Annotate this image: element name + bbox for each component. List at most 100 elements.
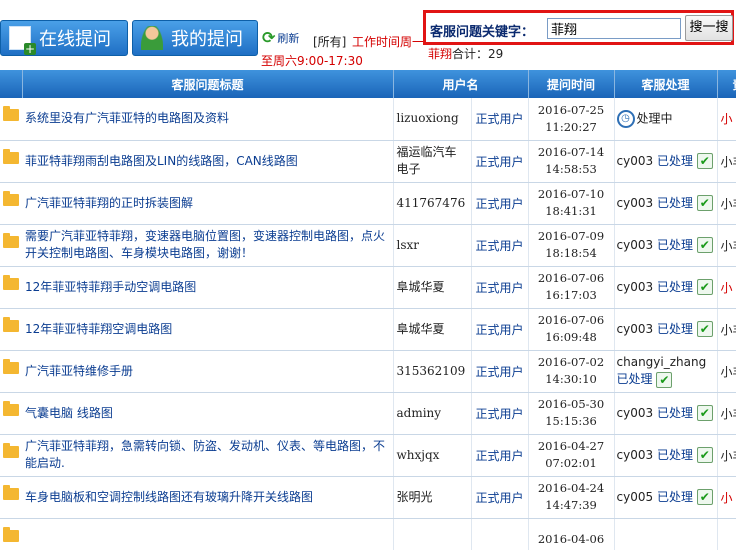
ask-date: 2016-05-30 [537, 397, 605, 411]
ask-clock-time: 16:09:48 [545, 330, 597, 344]
staff-name: cy003 [616, 447, 654, 462]
table-row: 系统里没有广汽菲亚特的电路图及资料 lizuoxiong 正式用户 2016-07-2… [0, 98, 736, 141]
question-title-link[interactable]: 广汽菲亚特维修手册 [22, 350, 394, 393]
service-cell: cy003 已处理 ✔ [614, 266, 718, 309]
username-cell: 315362109 [393, 350, 472, 393]
ask-date: 2016-07-10 [537, 187, 605, 201]
username-cell: whxjqx [393, 434, 472, 477]
check-icon: ✔ [696, 489, 713, 505]
status-link[interactable]: 已处理 [657, 238, 693, 252]
status-link[interactable]: 已处理 [657, 490, 693, 504]
question-title-link[interactable]: 需要广汽菲亚特菲翔，变速器电脑位置图，变速器控制电路图，点火开关控制电路图、车身… [22, 224, 394, 267]
folder-icon [3, 526, 19, 542]
question-title-link[interactable]: 系统里没有广汽菲亚特的电路图及资料 [22, 98, 394, 141]
folder-icon [3, 148, 19, 164]
row-icon-cell [0, 518, 22, 550]
row-icon-cell [0, 434, 22, 477]
check-icon: ✔ [696, 321, 713, 337]
user-type-link[interactable]: 正式用户 [471, 266, 529, 309]
service-cell: cy005 已处理 ✔ [614, 476, 718, 519]
row-icon-cell [0, 392, 22, 435]
responsible-cell [717, 518, 736, 550]
filter-all-link[interactable]: [所有] [313, 33, 346, 50]
responsible-cell: 小丰 [717, 308, 736, 351]
user-type-link[interactable]: 正式用户 [471, 350, 529, 393]
folder-icon [3, 316, 19, 332]
service-cell: cy003 已处理 ✔ [614, 224, 718, 267]
user-type-link[interactable] [471, 518, 529, 550]
user-type-link[interactable]: 正式用户 [471, 182, 529, 225]
username-cell: lizuoxiong [393, 98, 472, 141]
ask-clock-time: 14:30:10 [545, 372, 597, 386]
user-type-link[interactable]: 正式用户 [471, 434, 529, 477]
ask-date: 2016-04-24 [537, 481, 605, 495]
staff-name: cy003 [616, 405, 654, 420]
question-title-link[interactable] [22, 518, 394, 550]
search-button[interactable]: 搜一搜 [685, 15, 733, 41]
question-title-link[interactable]: 菲亚特菲翔雨刮电路图及LIN的线路图，CAN线路图 [22, 140, 394, 183]
check-icon: ✔ [656, 371, 673, 388]
question-table: 客服问题标题 用户名 提问时间 客服处理 责 系统里没有广汽菲亚特的电路图及资料… [0, 70, 736, 550]
ask-clock-time: 15:15:36 [545, 414, 597, 428]
ask-time-cell: 2016-07-02 14:30:10 [528, 350, 615, 393]
toolbar: 在线提问 我的提问 ⟳ 刷新 [所有] 工作时间周一 至周六9:00-17:30… [0, 0, 736, 70]
responsible-cell: 小丰 [717, 140, 736, 183]
status-link[interactable]: 已处理 [617, 372, 653, 386]
table-body: 系统里没有广汽菲亚特的电路图及资料 lizuoxiong 正式用户 2016-07-2… [0, 98, 736, 550]
online-question-button[interactable]: 在线提问 [0, 20, 128, 56]
ask-date: 2016-07-02 [537, 355, 605, 369]
responsible-cell: 小丰 [717, 392, 736, 435]
question-title-link[interactable]: 气囊电脑 线路图 [22, 392, 394, 435]
username-cell: 福运临汽车电子 [393, 140, 472, 183]
status-link[interactable]: 已处理 [657, 196, 693, 210]
my-questions-label: 我的提问 [171, 29, 243, 50]
count-value: 29 [488, 47, 504, 61]
ask-time-cell: 2016-07-06 16:17:03 [528, 266, 615, 309]
my-questions-button[interactable]: 我的提问 [132, 20, 258, 56]
search-input[interactable] [547, 18, 681, 39]
question-title-link[interactable]: 车身电脑板和空调控制线路图还有玻璃升降开关线路图 [22, 476, 394, 519]
user-type-link[interactable]: 正式用户 [471, 308, 529, 351]
ask-date: 2016-07-06 [537, 313, 605, 327]
ask-clock-time: 14:58:53 [545, 162, 597, 176]
ask-date: 2016-07-09 [537, 229, 605, 243]
worktime-notice-line2: 至周六9:00-17:30 [261, 54, 363, 68]
question-title-link[interactable]: 广汽菲亚特菲翔，急需转向锁、防盗、发动机、仪表、等电路图，不能启动. [22, 434, 394, 477]
table-row: 广汽菲亚特菲翔的正时拆装图解 411767476 正式用户 2016-07-10 18:… [0, 182, 736, 225]
status-link[interactable]: 已处理 [657, 406, 693, 420]
user-type-link[interactable]: 正式用户 [471, 392, 529, 435]
service-cell: cy003 已处理 ✔ [614, 434, 718, 477]
refresh-link[interactable]: ⟳ 刷新 [262, 28, 299, 47]
row-icon-cell [0, 308, 22, 351]
service-cell: cy003 已处理 ✔ [614, 140, 718, 183]
ask-date: 2016-07-06 [537, 271, 605, 285]
ask-date: 2016-04-27 [537, 439, 605, 453]
row-icon-cell [0, 224, 22, 267]
folder-icon [3, 190, 19, 206]
folder-icon [3, 400, 19, 416]
row-icon-cell [0, 350, 22, 393]
check-icon: ✔ [696, 195, 713, 211]
header-ask-time: 提问时间 [528, 70, 615, 98]
user-type-link[interactable]: 正式用户 [471, 98, 529, 141]
check-icon: ✔ [696, 405, 713, 421]
ask-time-cell: 2016-04-27 07:02:01 [528, 434, 615, 477]
question-title-link[interactable]: 12年菲亚特菲翔手动空调电路图 [22, 266, 394, 309]
header-icon-column [0, 70, 23, 98]
ask-date: 2016-04-06 [537, 531, 605, 546]
worktime-notice-line1: 工作时间周一 [352, 35, 425, 49]
status-link[interactable]: 已处理 [657, 448, 693, 462]
status-link[interactable]: 已处理 [657, 154, 693, 168]
user-type-link[interactable]: 正式用户 [471, 224, 529, 267]
table-row: 广汽菲亚特菲翔，急需转向锁、防盗、发动机、仪表、等电路图，不能启动. whxjqx… [0, 434, 736, 477]
service-cell: ◷ 处理中 [614, 98, 718, 141]
status-link[interactable]: 已处理 [657, 322, 693, 336]
user-type-link[interactable]: 正式用户 [471, 140, 529, 183]
question-title-link[interactable]: 广汽菲亚特菲翔的正时拆装图解 [22, 182, 394, 225]
status-link[interactable]: 已处理 [657, 280, 693, 294]
table-row: 12年菲亚特菲翔手动空调电路图 阜城华夏 正式用户 2016-07-06 16:17:0… [0, 266, 736, 309]
user-type-link[interactable]: 正式用户 [471, 476, 529, 519]
staff-name: cy005 [616, 489, 654, 504]
row-icon-cell [0, 98, 22, 141]
question-title-link[interactable]: 12年菲亚特菲翔空调电路图 [22, 308, 394, 351]
